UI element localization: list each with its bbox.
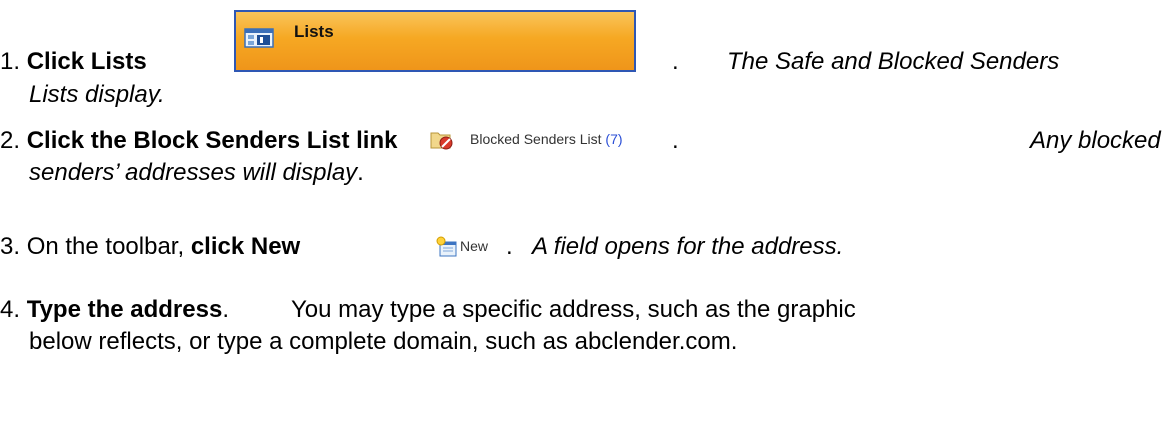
lists-button[interactable]: Lists (234, 10, 636, 72)
new-button-label: New (460, 238, 489, 254)
step-number: 2. (0, 127, 21, 154)
step-3-period: . (506, 232, 513, 262)
step-period: . (506, 233, 513, 260)
step-text-line2: below reflects, or type a complete domai… (29, 328, 738, 355)
step-period: . (357, 159, 364, 186)
step-result: The Safe and Blocked Senders (727, 48, 1060, 75)
step-1: 1. Click Lists (0, 47, 147, 77)
step-period: . (222, 296, 229, 323)
step-action: click New (190, 233, 301, 260)
step-4-text: You may type a specific address, such as… (291, 295, 856, 325)
step-number: 3. (0, 233, 21, 260)
step-period: . (672, 48, 679, 75)
step-result: A field opens for the address. (532, 233, 844, 260)
step-action: Click Lists (26, 48, 147, 75)
step-2-result-text: Any blocked (1030, 126, 1161, 156)
step-number: 4. (0, 296, 21, 323)
step-2-period: . (672, 126, 679, 156)
step-number: 1. (0, 48, 21, 75)
blocked-folder-icon (430, 132, 453, 150)
step-result-line2: senders’ addresses will display (29, 159, 358, 186)
step-result: Any blocked (1030, 127, 1161, 154)
step-prefix: On the toolbar, (26, 233, 185, 260)
blocked-link-text: Blocked Senders List (470, 131, 602, 147)
step-2-result-line2: senders’ addresses will display. (29, 158, 364, 188)
step-1-result-text: The Safe and Blocked Senders (727, 47, 1059, 77)
blocked-link-label: Blocked Senders List (7) (470, 131, 623, 147)
step-result-line2: Lists display. (29, 81, 165, 108)
step-1-result: . (672, 47, 679, 77)
step-3: 3. On the toolbar, click New (0, 232, 300, 262)
step-3-result-text: A field opens for the address. (532, 232, 843, 262)
step-1-result-line2: Lists display. (29, 80, 165, 110)
step-period: . (672, 127, 679, 154)
step-4-text-line2: below reflects, or type a complete domai… (29, 327, 737, 357)
step-action: Click the Block Senders List link (26, 127, 398, 154)
step-text: You may type a specific address, such as… (291, 296, 856, 323)
new-item-icon (436, 236, 457, 257)
step-4: 4. Type the address. (0, 295, 229, 325)
blocked-count: (7) (605, 131, 623, 147)
lists-label: Lists (294, 22, 334, 41)
step-action: Type the address (26, 296, 223, 323)
step-2: 2. Click the Block Senders List link (0, 126, 397, 156)
lists-icon (244, 28, 274, 48)
